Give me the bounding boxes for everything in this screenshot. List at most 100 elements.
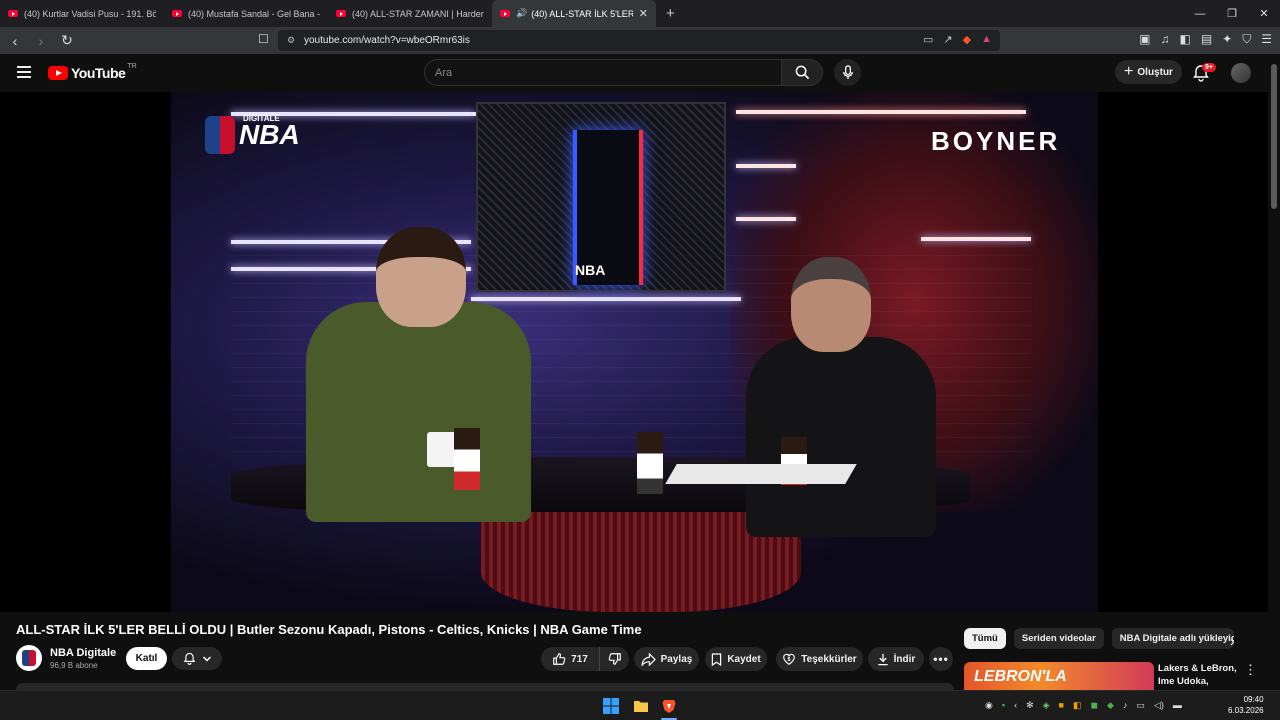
- reload-button[interactable]: ↻: [56, 32, 78, 49]
- papers: [665, 464, 857, 484]
- clock-time: 09:40: [1243, 695, 1264, 704]
- tray-app-icon[interactable]: ◼: [1090, 700, 1097, 711]
- vpn-icon[interactable]: ⛉: [1242, 32, 1251, 47]
- back-button[interactable]: ‹: [4, 33, 26, 49]
- bell-icon: [183, 652, 195, 665]
- search-button[interactable]: [781, 59, 823, 86]
- brave-browser-icon[interactable]: [661, 698, 677, 714]
- channel-name[interactable]: NBA Digitale: [50, 647, 116, 659]
- search-input[interactable]: Ara: [424, 59, 782, 86]
- join-button[interactable]: Katıl: [126, 647, 167, 670]
- youtube-logo[interactable]: YouTube TR: [48, 63, 137, 81]
- mug: [427, 432, 457, 467]
- clock-date: 6.03.2026: [1228, 706, 1264, 715]
- chevron-down-icon: [202, 655, 211, 662]
- media-icon[interactable]: ♫: [1160, 32, 1169, 47]
- like-count: 717: [571, 653, 588, 665]
- tray-app-icon[interactable]: ‹: [1014, 700, 1017, 711]
- audio-playing-icon[interactable]: 🔊: [516, 8, 527, 19]
- close-tab-icon[interactable]: ✕: [639, 7, 648, 20]
- browser-tab-active[interactable]: 🔊 (40) ALL-STAR İLK 5'LER BELLİ ✕: [492, 0, 656, 27]
- video-title: ALL-STAR İLK 5'LER BELLİ OLDU | Butler S…: [16, 622, 642, 637]
- system-tray: ◉ ▪ ‹ ✻ ◈ ■ ◧ ◼ ◆ ♪ ▭ ◁) ▬: [985, 700, 1182, 711]
- forward-button[interactable]: ›: [30, 33, 52, 49]
- bookmark-save-icon: [712, 652, 722, 666]
- leo-ai-icon[interactable]: ✦: [1222, 32, 1232, 47]
- tray-app-icon[interactable]: ◈: [1043, 700, 1050, 711]
- network-icon[interactable]: ▭: [1136, 700, 1145, 711]
- tray-app-icon[interactable]: ◉: [985, 700, 993, 711]
- create-label: Oluştur: [1137, 66, 1173, 78]
- svg-text:$: $: [788, 657, 791, 663]
- browser-tab[interactable]: (40) ALL-STAR ZAMANI | Harden'ın F: [328, 0, 492, 27]
- tray-app-icon[interactable]: ✻: [1026, 700, 1034, 711]
- restore-button[interactable]: ❐: [1216, 0, 1248, 27]
- page-scrollbar[interactable]: [1268, 54, 1280, 690]
- chip-all[interactable]: Tümü: [964, 628, 1006, 649]
- taskbar-clock[interactable]: 09:40 6.03.2026: [1228, 694, 1264, 716]
- menu-icon[interactable]: ☰: [1261, 32, 1272, 47]
- recommended-video-thumbnail[interactable]: LEBRON'LA: [964, 662, 1154, 690]
- window-controls: — ❐ ✕: [1184, 0, 1280, 27]
- like-button[interactable]: 717: [541, 647, 599, 671]
- battery-icon[interactable]: ▬: [1173, 700, 1182, 711]
- subscription-bell-button[interactable]: [172, 647, 222, 670]
- windows-taskbar: ◉ ▪ ‹ ✻ ◈ ■ ◧ ◼ ◆ ♪ ▭ ◁) ▬ 09:40 6.03.20…: [0, 690, 1280, 720]
- sidebar-icon[interactable]: ◧: [1179, 32, 1190, 47]
- create-button[interactable]: + Oluştur: [1115, 60, 1182, 84]
- more-actions-button[interactable]: •••: [929, 647, 953, 671]
- minimize-button[interactable]: —: [1184, 0, 1216, 27]
- tray-app-icon[interactable]: ◧: [1073, 700, 1082, 711]
- channel-avatar[interactable]: [16, 645, 42, 671]
- browser-tab[interactable]: (40) Kurtlar Vadisi Pusu - 191. Bölüm: [0, 0, 164, 27]
- brave-rewards-icon[interactable]: ▲: [981, 33, 992, 46]
- chip-series-videos[interactable]: Seriden videolar: [1013, 628, 1104, 649]
- video-player[interactable]: NBA DIGITALE NBA BOYNER: [0, 92, 1268, 612]
- download-button[interactable]: İndir: [868, 647, 924, 671]
- save-button[interactable]: Kaydet: [705, 647, 767, 671]
- youtube-header: YouTube TR Ara + Oluştur 9+: [0, 54, 1268, 92]
- wall-nba-sign: NBA: [575, 262, 606, 278]
- share-icon: [641, 652, 656, 666]
- thumbs-up-icon: [553, 653, 566, 665]
- hamburger-menu-icon[interactable]: [17, 66, 31, 78]
- browser-tab[interactable]: (40) Mustafa Sandal - Gel Bana - You: [164, 0, 328, 27]
- bookmark-icon[interactable]: ☐: [258, 32, 269, 46]
- share-page-icon[interactable]: ↗: [943, 33, 952, 46]
- more-horizontal-icon: •••: [933, 652, 949, 666]
- super-thanks-icon: $: [783, 653, 796, 665]
- microphone-icon: [842, 65, 853, 80]
- new-tab-button[interactable]: +: [666, 5, 675, 22]
- close-window-button[interactable]: ✕: [1248, 0, 1280, 27]
- region-label: TR: [127, 63, 137, 70]
- brave-shields-icon[interactable]: ◆: [963, 33, 971, 46]
- tray-app-icon[interactable]: ▪: [1002, 700, 1005, 711]
- thanks-button[interactable]: $ Teşekkürler: [776, 647, 863, 671]
- microphone-tray-icon[interactable]: ♪: [1123, 700, 1128, 711]
- thanks-label: Teşekkürler: [801, 653, 857, 665]
- dislike-button[interactable]: [599, 647, 629, 671]
- volume-icon[interactable]: ◁): [1154, 700, 1164, 711]
- more-vertical-icon[interactable]: ⋮: [1244, 662, 1257, 678]
- tray-app-icon[interactable]: ◆: [1107, 700, 1114, 711]
- youtube-play-icon: [48, 66, 68, 80]
- sponsor-watermark: BOYNER: [931, 126, 1061, 156]
- file-explorer-icon[interactable]: [633, 698, 649, 714]
- download-icon: [878, 653, 888, 665]
- wallet-icon[interactable]: ▤: [1201, 32, 1212, 47]
- account-avatar[interactable]: [1231, 63, 1251, 83]
- share-button[interactable]: Paylaş: [634, 647, 699, 671]
- recommended-video-title[interactable]: Lakers & LeBron, Ime Udoka, Hard...: [1158, 662, 1238, 690]
- download-label: İndir: [893, 653, 916, 665]
- chevron-right-icon[interactable]: ›: [1230, 633, 1235, 649]
- tray-app-icon[interactable]: ■: [1059, 700, 1064, 711]
- search-placeholder: Ara: [435, 67, 453, 79]
- chip-uploader[interactable]: NBA Digitale adlı yükleyici: [1111, 628, 1234, 649]
- description-box[interactable]: [16, 683, 954, 690]
- voice-search-button[interactable]: [834, 59, 861, 86]
- address-bar[interactable]: ⚙ youtube.com/watch?v=wbeORmr63is ▭ ↗ ◆ …: [278, 30, 1000, 51]
- windows-start-icon[interactable]: [603, 698, 619, 714]
- site-info-icon[interactable]: ⚙: [287, 35, 295, 46]
- screenshot-icon[interactable]: ▣: [1139, 32, 1150, 47]
- cast-icon[interactable]: ▭: [923, 33, 933, 46]
